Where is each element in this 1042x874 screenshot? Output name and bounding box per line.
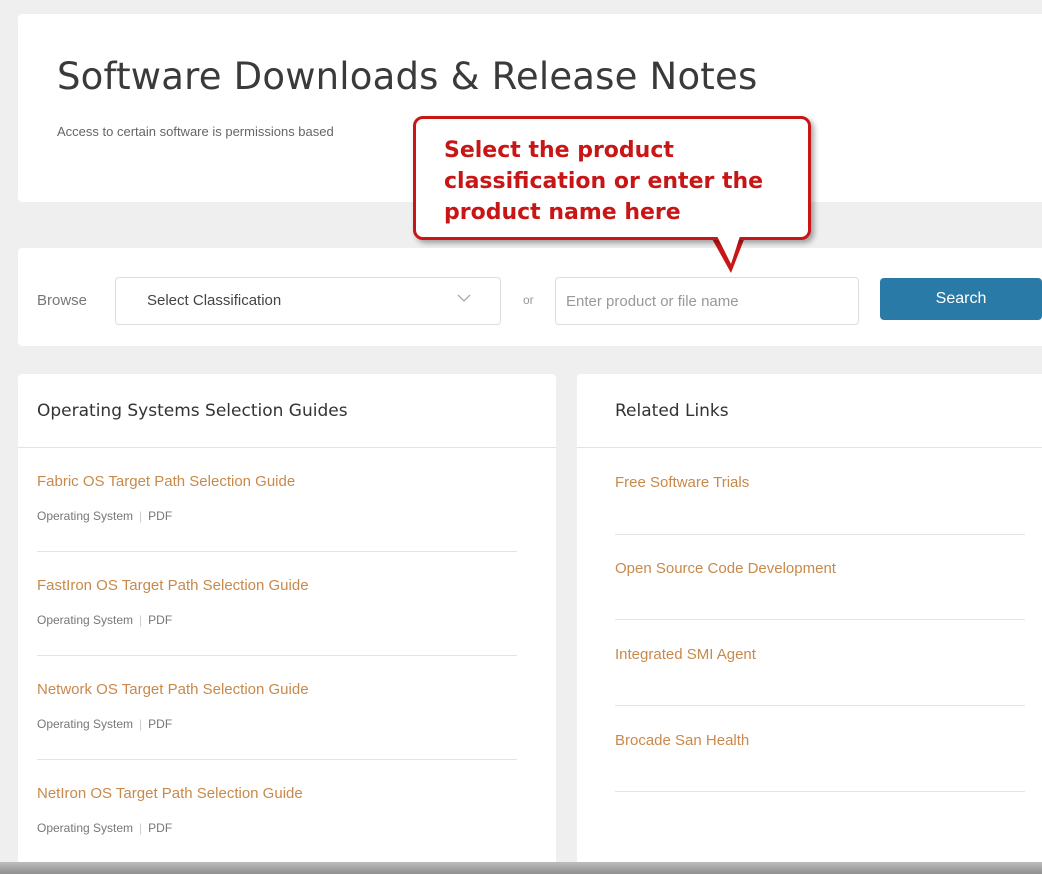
guide-type: Operating System [37, 821, 134, 835]
window-bottom-edge [0, 862, 1042, 874]
guide-link[interactable]: NetIron OS Target Path Selection Guide [37, 785, 303, 802]
guide-link[interactable]: Network OS Target Path Selection Guide [37, 681, 309, 698]
divider [18, 447, 556, 448]
chevron-down-icon [457, 294, 471, 302]
divider [577, 447, 1042, 448]
related-link[interactable]: Integrated SMI Agent [615, 646, 756, 663]
related-links-card: Related Links Free Software Trials Open … [577, 374, 1042, 874]
callout-box: Select the product classification or ent… [413, 116, 811, 240]
guide-link[interactable]: Fabric OS Target Path Selection Guide [37, 473, 295, 490]
page-title: Software Downloads & Release Notes [57, 55, 758, 98]
guide-meta: Operating System | PDF [37, 717, 172, 731]
guide-format: PDF [148, 821, 173, 835]
list-item: FastIron OS Target Path Selection Guide … [37, 577, 517, 681]
guide-link[interactable]: FastIron OS Target Path Selection Guide [37, 577, 309, 594]
separator: | [139, 717, 143, 731]
guide-type: Operating System [37, 509, 134, 523]
page-subtitle: Access to certain software is permission… [57, 124, 334, 139]
list-item: NetIron OS Target Path Selection Guide O… [37, 785, 517, 874]
selection-guides-card: Operating Systems Selection Guides Fabri… [18, 374, 556, 874]
related-links-title: Related Links [615, 401, 729, 421]
separator: | [139, 821, 143, 835]
divider [615, 619, 1025, 620]
classification-select-value: Select Classification [147, 292, 282, 309]
list-item: Network OS Target Path Selection Guide O… [37, 681, 517, 785]
product-search-input[interactable] [555, 277, 859, 325]
separator: | [139, 509, 143, 523]
divider [37, 655, 517, 656]
guide-type: Operating System [37, 717, 134, 731]
related-link[interactable]: Open Source Code Development [615, 560, 836, 577]
or-label: or [523, 293, 534, 307]
guide-format: PDF [148, 717, 173, 731]
guide-meta: Operating System | PDF [37, 821, 172, 835]
guide-format: PDF [148, 613, 173, 627]
callout-text: Select the product classification or ent… [444, 138, 764, 225]
callout-pointer-fill [717, 236, 740, 264]
divider [37, 551, 517, 552]
divider [37, 759, 517, 760]
divider [615, 534, 1025, 535]
search-button[interactable]: Search [880, 278, 1042, 320]
divider [615, 705, 1025, 706]
browse-label: Browse [37, 292, 88, 309]
related-link[interactable]: Free Software Trials [615, 474, 749, 491]
divider [615, 791, 1025, 792]
separator: | [139, 613, 143, 627]
guide-format: PDF [148, 509, 173, 523]
selection-guides-title: Operating Systems Selection Guides [37, 401, 348, 421]
list-item: Fabric OS Target Path Selection Guide Op… [37, 473, 517, 577]
classification-select[interactable]: Select Classification [115, 277, 501, 325]
related-link[interactable]: Brocade San Health [615, 732, 749, 749]
guide-meta: Operating System | PDF [37, 509, 172, 523]
guide-type: Operating System [37, 613, 134, 627]
guide-meta: Operating System | PDF [37, 613, 172, 627]
